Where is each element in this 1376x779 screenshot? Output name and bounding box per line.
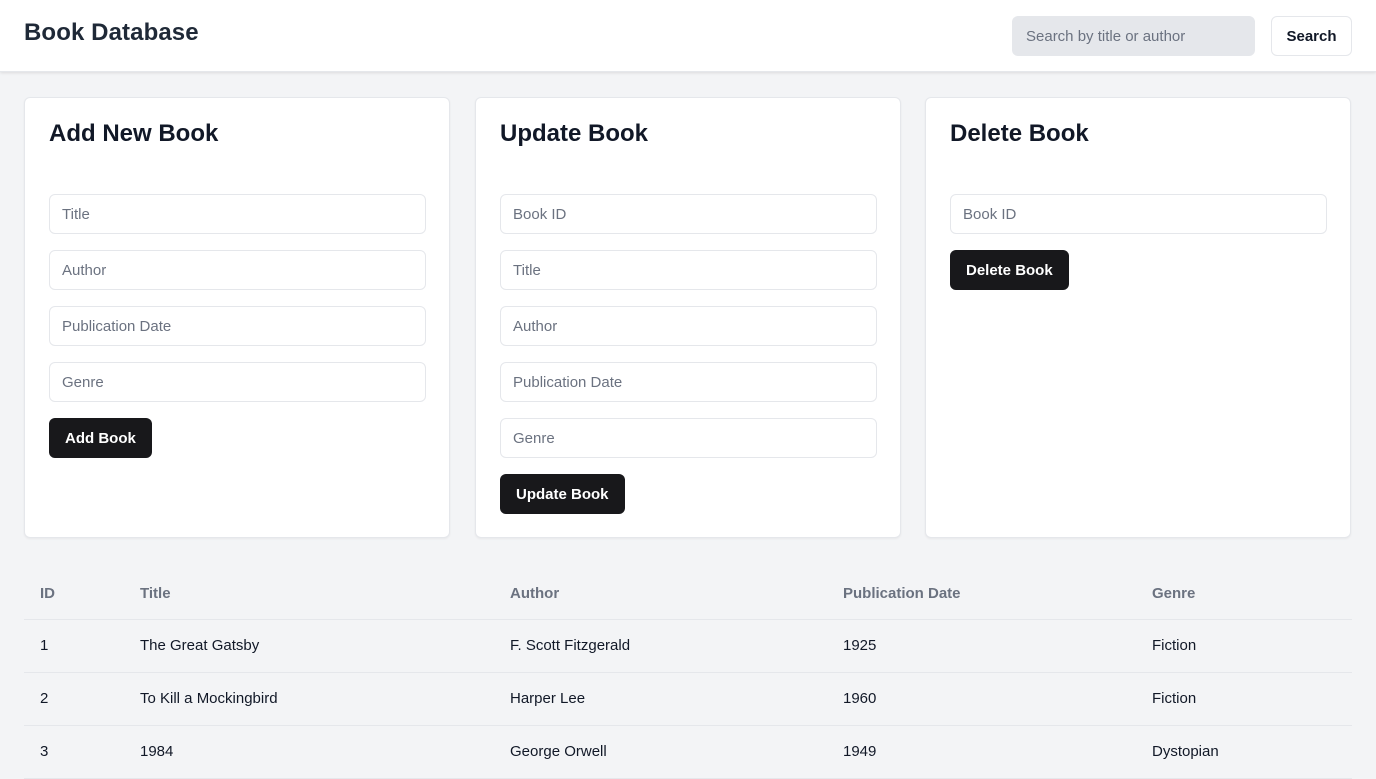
cell-publication-date: 1949 [827,725,1136,779]
add-book-heading: Add New Book [49,120,219,147]
cell-genre: Dystopian [1136,725,1352,779]
table-row: 3 1984 George Orwell 1949 Dystopian [24,725,1352,779]
add-author-field[interactable] [49,250,426,290]
app-header: Book Database Search [0,0,1376,72]
app-title: Book Database [24,19,199,46]
column-header-genre: Genre [1136,568,1352,620]
delete-book-card: Delete Book Delete Book [925,97,1351,538]
books-table: ID Title Author Publication Date Genre 1… [24,568,1352,779]
table-row: 2 To Kill a Mockingbird Harper Lee 1960 … [24,672,1352,726]
table-header-row: ID Title Author Publication Date Genre [24,568,1352,620]
cell-title: The Great Gatsby [124,619,494,673]
cell-author: F. Scott Fitzgerald [494,619,827,673]
search-button[interactable]: Search [1271,16,1352,56]
cell-publication-date: 1925 [827,619,1136,673]
update-author-field[interactable] [500,306,877,346]
cell-id: 3 [24,725,124,779]
add-title-field[interactable] [49,194,426,234]
update-book-card: Update Book Update Book [475,97,901,538]
table-row: 1 The Great Gatsby F. Scott Fitzgerald 1… [24,619,1352,673]
add-publication-date-field[interactable] [49,306,426,346]
update-book-heading: Update Book [500,120,649,147]
add-genre-field[interactable] [49,362,426,402]
cell-id: 1 [24,619,124,673]
column-header-author: Author [494,568,827,620]
delete-book-button[interactable]: Delete Book [950,250,1069,290]
update-title-field[interactable] [500,250,877,290]
cell-title: To Kill a Mockingbird [124,672,494,726]
cell-author: Harper Lee [494,672,827,726]
update-book-id-field[interactable] [500,194,877,234]
cell-genre: Fiction [1136,619,1352,673]
add-book-card: Add New Book Add Book [24,97,450,538]
column-header-publication-date: Publication Date [827,568,1136,620]
cell-title: 1984 [124,725,494,779]
cell-publication-date: 1960 [827,672,1136,726]
update-book-button[interactable]: Update Book [500,474,625,514]
cell-author: George Orwell [494,725,827,779]
cell-genre: Fiction [1136,672,1352,726]
cell-id: 2 [24,672,124,726]
search-input[interactable] [1012,16,1255,56]
update-publication-date-field[interactable] [500,362,877,402]
delete-book-heading: Delete Book [950,120,1089,147]
column-header-title: Title [124,568,494,620]
column-header-id: ID [24,568,124,620]
add-book-button[interactable]: Add Book [49,418,152,458]
delete-book-id-field[interactable] [950,194,1327,234]
update-genre-field[interactable] [500,418,877,458]
